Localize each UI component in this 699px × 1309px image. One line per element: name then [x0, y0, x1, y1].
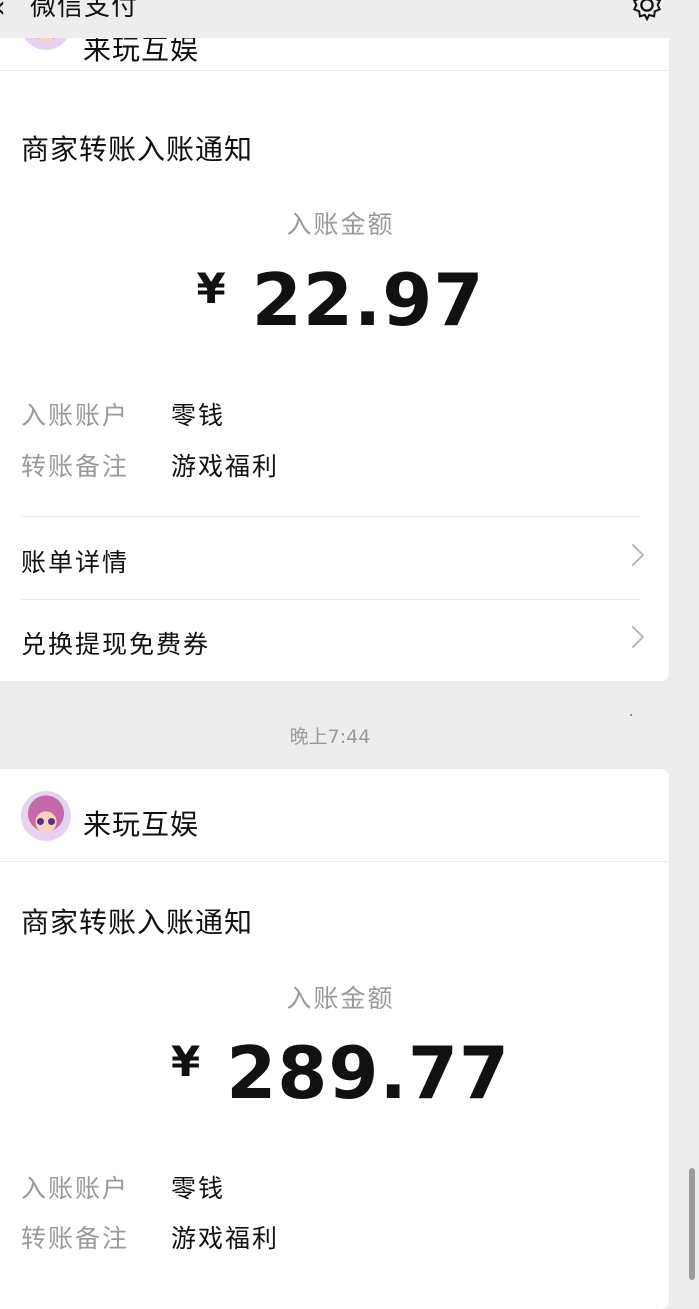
gear-icon[interactable] — [630, 0, 664, 22]
amount-number: 22.97 — [251, 258, 485, 342]
link-label: 账单详情 — [21, 548, 130, 577]
amount-value: ¥289.77 — [0, 1031, 669, 1115]
detail-key: 入账账户 — [21, 1174, 130, 1203]
transfer-notice-card[interactable]: 来玩互娱 商家转账入账通知 入账金额 ¥22.97 入账账户 零钱 转账备注 游戏福… — [0, 0, 669, 681]
amount-value: ¥22.97 — [0, 258, 669, 342]
amount-number: 289.77 — [226, 1031, 511, 1115]
chevron-right-icon — [621, 625, 645, 649]
detail-row-account: 入账账户 零钱 — [21, 396, 225, 432]
transfer-notice-card[interactable]: 来玩互娱 商家转账入账通知 入账金额 ¥289.77 入账账户 零钱 转账备注 游戏… — [0, 769, 669, 1309]
dot — [630, 714, 632, 716]
detail-value: 游戏福利 — [171, 452, 280, 481]
scrollbar[interactable] — [689, 1168, 695, 1280]
currency-symbol: ¥ — [170, 1037, 201, 1086]
amount-label: 入账金额 — [286, 210, 395, 239]
detail-key: 入账账户 — [21, 401, 130, 430]
message-timestamp: 晚上7:44 — [289, 726, 371, 748]
sender-name: 来玩互娱 — [83, 808, 200, 841]
detail-value: 零钱 — [171, 1174, 226, 1203]
merchant-avatar[interactable] — [21, 791, 71, 841]
detail-row-account: 入账账户 零钱 — [21, 1169, 225, 1205]
page-title: 微信支付 — [30, 0, 139, 22]
voucher-link[interactable]: 兑换提现免费券 — [21, 625, 645, 685]
detail-row-remark: 转账备注 游戏福利 — [21, 447, 279, 483]
top-bar: ‹ 微信支付 — [0, 0, 699, 38]
bill-details-link[interactable]: 账单详情 — [21, 543, 645, 603]
detail-value: 游戏福利 — [171, 1224, 280, 1253]
amount-label: 入账金额 — [286, 984, 395, 1013]
notice-title: 商家转账入账通知 — [21, 906, 254, 939]
link-label: 兑换提现免费券 — [21, 630, 211, 659]
card-header: 来玩互娱 — [0, 769, 669, 862]
currency-symbol: ¥ — [196, 264, 226, 313]
back-chevron-left-icon[interactable]: ‹ — [0, 0, 6, 25]
notice-title: 商家转账入账通知 — [21, 133, 254, 166]
detail-key: 转账备注 — [21, 452, 130, 481]
detail-row-remark: 转账备注 游戏福利 — [21, 1219, 279, 1255]
divider — [21, 599, 641, 600]
detail-key: 转账备注 — [21, 1224, 130, 1253]
detail-value: 零钱 — [171, 401, 226, 430]
chevron-right-icon — [621, 543, 645, 567]
divider — [21, 516, 641, 517]
